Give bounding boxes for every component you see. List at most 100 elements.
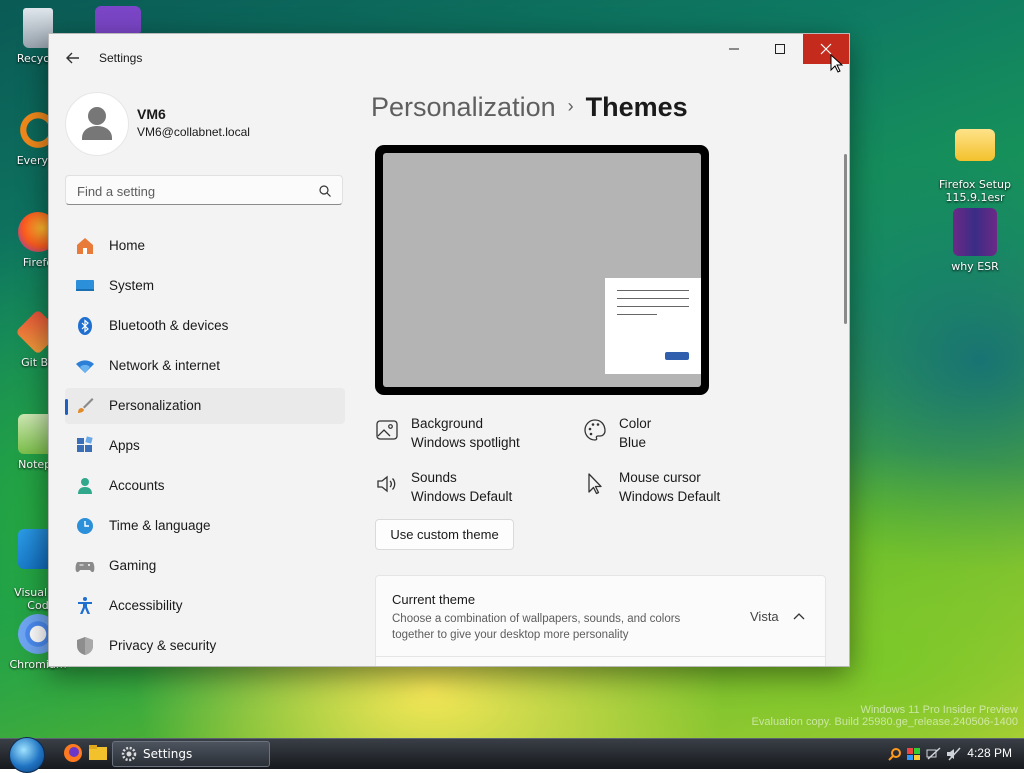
watermark-line-1: Windows 11 Pro Insider Preview: [860, 704, 1018, 716]
visual-studio-icon: [95, 6, 141, 36]
sidebar-item-label: Bluetooth & devices: [109, 318, 229, 333]
sidebar-item-label: Gaming: [109, 558, 157, 573]
page-title: Themes: [585, 92, 688, 122]
breadcrumb: Personalization › Themes: [371, 92, 688, 123]
cursor-icon: [588, 473, 602, 495]
search-input[interactable]: [75, 181, 309, 201]
color-setting[interactable]: Color Blue: [583, 416, 763, 456]
content-scrollbar[interactable]: [844, 154, 847, 324]
sidebar-item-label: Privacy & security: [109, 638, 217, 653]
os-watermark: Windows 11 Pro Insider Preview Evaluatio…: [752, 704, 1018, 728]
use-custom-theme-button[interactable]: Use custom theme: [375, 519, 514, 550]
sounds-setting[interactable]: Sounds Windows Default: [375, 470, 565, 510]
sidebar-item-privacy-security[interactable]: Privacy & security: [65, 628, 345, 664]
taskbar-clock[interactable]: 4:28 PM: [967, 746, 1012, 760]
sidebar-item-home[interactable]: Home: [65, 228, 345, 264]
settings-window: Settings VM6 VM6@collabnet.local Home Sy…: [48, 33, 850, 667]
picture-icon: [376, 420, 398, 440]
sidebar-item-label: Apps: [109, 438, 140, 453]
gamepad-icon: [75, 562, 95, 573]
taskbar: Settings 4:28 PM: [0, 737, 1024, 773]
bluetooth-icon: [78, 317, 92, 335]
desktop-icon-why-esr[interactable]: why ESR: [937, 208, 1013, 273]
sidebar-item-label: Accessibility: [109, 598, 183, 613]
sidebar-nav: Home System Bluetooth & devices Network …: [65, 228, 345, 666]
theme-preview-window: [605, 278, 701, 374]
mouse-cursor-setting[interactable]: Mouse cursor Windows Default: [583, 470, 773, 510]
taskbar-firefox-icon[interactable]: [62, 742, 84, 766]
current-theme-title: Current theme: [392, 592, 476, 607]
sidebar-item-apps[interactable]: Apps: [65, 428, 345, 464]
user-icon: [82, 107, 112, 140]
sounds-value: Windows Default: [411, 489, 513, 504]
sidebar-item-bluetooth[interactable]: Bluetooth & devices: [65, 308, 345, 344]
sidebar-item-label: Accounts: [109, 478, 165, 493]
sidebar-item-gaming[interactable]: Gaming: [65, 548, 345, 584]
sidebar-item-label: Network & internet: [109, 358, 221, 373]
sidebar-item-network[interactable]: Network & internet: [65, 348, 345, 384]
minimize-button[interactable]: [711, 34, 757, 64]
maximize-button[interactable]: [757, 34, 803, 64]
current-theme-value: Vista: [750, 609, 779, 624]
brush-icon: [78, 398, 94, 413]
taskbar-explorer-icon[interactable]: [87, 742, 109, 766]
folder-icon: [955, 129, 995, 161]
palette-icon: [584, 419, 606, 441]
sidebar-item-accessibility[interactable]: Accessibility: [65, 588, 345, 624]
current-theme-description: Choose a combination of wallpapers, soun…: [392, 613, 681, 641]
mouse-pointer-icon: [830, 54, 844, 73]
card-divider: [376, 656, 825, 657]
apps-icon: [77, 436, 93, 452]
desktop-icon-label: Firefox Setup 115.9.1esr: [939, 178, 1011, 204]
current-theme-card[interactable]: Current theme Choose a combination of wa…: [375, 575, 826, 666]
title-bar[interactable]: Settings: [49, 34, 849, 82]
breadcrumb-separator: ›: [567, 96, 574, 116]
background-value: Windows spotlight: [411, 435, 520, 450]
taskbar-settings-button[interactable]: Settings: [112, 741, 270, 767]
search-tray-icon[interactable]: [888, 747, 902, 761]
sidebar-item-label: Home: [109, 238, 146, 253]
background-setting[interactable]: Background Windows spotlight: [375, 416, 565, 456]
sidebar-item-label: System: [109, 278, 155, 293]
security-tray-icon[interactable]: [906, 747, 922, 761]
background-label: Background: [411, 416, 484, 431]
theme-preview: [375, 145, 709, 395]
desktop-icon-label: why ESR: [951, 260, 999, 273]
mouse-cursor-value: Windows Default: [619, 489, 721, 504]
system-tray: 4:28 PM: [864, 739, 1024, 769]
clock-globe-icon: [77, 518, 93, 534]
home-icon: [77, 238, 93, 254]
desktop-icon-firefox-setup[interactable]: Firefox Setup 115.9.1esr: [937, 112, 1013, 204]
accessibility-icon: [78, 597, 92, 614]
volume-tray-icon[interactable]: [946, 747, 962, 761]
shield-icon: [77, 637, 93, 655]
sidebar-item-time-language[interactable]: Time & language: [65, 508, 345, 544]
wifi-icon: [76, 360, 94, 373]
color-value: Blue: [619, 435, 647, 450]
search-icon[interactable]: [318, 184, 332, 198]
avatar: [65, 92, 129, 156]
network-tray-icon[interactable]: [926, 747, 942, 761]
maximize-icon: [775, 44, 785, 54]
minimize-icon: [729, 48, 739, 50]
gear-icon: [121, 746, 137, 762]
mouse-cursor-label: Mouse cursor: [619, 470, 701, 485]
system-icon: [76, 280, 94, 291]
user-profile[interactable]: VM6 VM6@collabnet.local: [65, 92, 345, 156]
sidebar-item-system[interactable]: System: [65, 268, 345, 304]
window-title: Settings: [99, 51, 143, 65]
sidebar-item-personalization[interactable]: Personalization: [65, 388, 345, 424]
theme-preview-accent-button: [665, 352, 689, 360]
sidebar-item-accounts[interactable]: Accounts: [65, 468, 345, 504]
winrar-archive-icon: [953, 208, 997, 256]
profile-email: VM6@collabnet.local: [137, 125, 250, 139]
search-box[interactable]: [65, 175, 343, 205]
sidebar-item-label: Personalization: [109, 398, 202, 413]
breadcrumb-parent[interactable]: Personalization: [371, 92, 556, 122]
theme-preview-screen: [383, 153, 701, 387]
chevron-up-icon[interactable]: [792, 610, 806, 624]
sounds-label: Sounds: [411, 470, 457, 485]
color-label: Color: [619, 416, 652, 431]
taskbar-settings-label: Settings: [143, 747, 193, 761]
back-arrow-icon[interactable]: [61, 46, 85, 70]
